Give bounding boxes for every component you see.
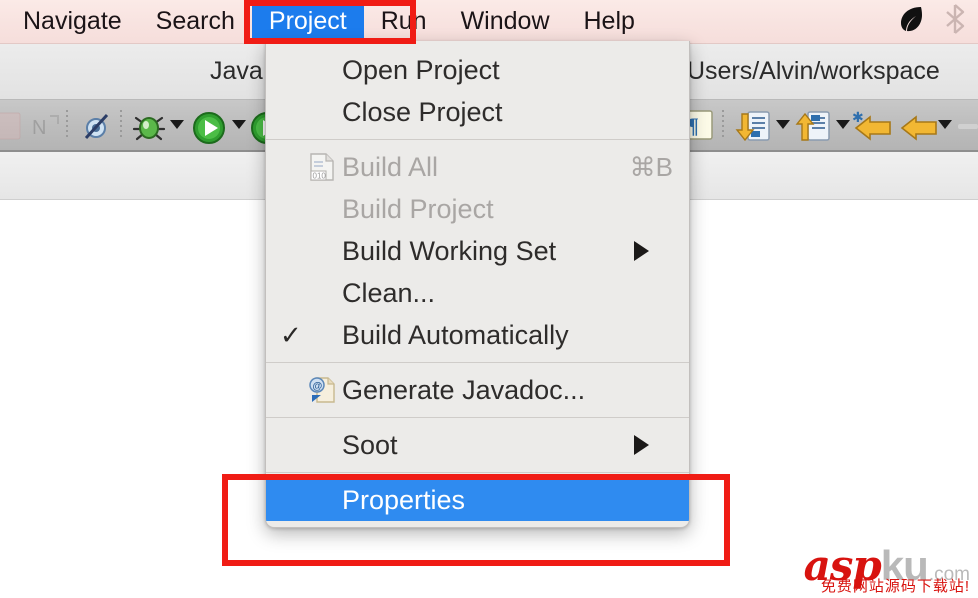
last-edit-location-button[interactable]: ✱ — [852, 108, 894, 151]
menu-item-build-all: 010 Build All⌘B — [266, 146, 689, 188]
menu-item-properties[interactable]: Properties — [266, 479, 689, 521]
site-watermark: asp ku .com 免费网站源码下载站! — [804, 545, 970, 594]
screenshot-root: User implemerstatic final lString name =… — [0, 0, 978, 598]
watermark-subtitle: 免费网站源码下载站! — [804, 579, 970, 594]
run-button[interactable] — [190, 108, 228, 151]
javadoc-icon: @ — [308, 375, 342, 405]
evernote-leaf-icon[interactable] — [894, 2, 928, 41]
svg-text:@: @ — [313, 381, 323, 392]
menu-item-build-automatically[interactable]: ✓ Build Automatically — [266, 314, 689, 356]
new-java-class-button[interactable]: N — [28, 108, 64, 149]
next-annotation-caret[interactable] — [776, 120, 790, 129]
menu-item-label: Close Project — [342, 97, 673, 128]
perspective-label: Java — [210, 57, 263, 86]
menu-bar-status-icons[interactable] — [894, 2, 978, 41]
menu-item-open-project[interactable]: Open Project — [266, 49, 689, 91]
build-all-icon: 010 — [308, 152, 342, 182]
menu-item-build-working-set[interactable]: Build Working Set — [266, 230, 689, 272]
menu-item-label: Build All — [342, 152, 600, 183]
previous-annotation-button[interactable] — [794, 108, 832, 151]
back-dropdown-caret[interactable] — [938, 120, 952, 129]
menu-item-build-project: Build Project — [266, 188, 689, 230]
next-annotation-button[interactable] — [734, 108, 772, 151]
toolbar-separator — [120, 110, 122, 140]
menu-item-label: Build Project — [342, 194, 673, 225]
menu-item-label: Open Project — [342, 55, 673, 86]
menu-bar-item-navigate[interactable]: Navigate — [6, 4, 139, 40]
menu-item-label: Build Automatically — [342, 320, 673, 351]
submenu-arrow-icon — [634, 241, 673, 261]
menu-item-label: Generate Javadoc... — [342, 375, 673, 406]
new-wizard-button[interactable] — [0, 108, 28, 149]
checkmark-icon: ✓ — [280, 320, 308, 351]
menu-item-label: Build Working Set — [342, 236, 634, 267]
menu-separator — [266, 417, 689, 418]
back-button[interactable] — [898, 108, 940, 151]
menu-item-shortcut: ⌘B — [600, 152, 673, 183]
workspace-path-label: /Users/Alvin/workspace — [680, 57, 940, 86]
project-menu-dropdown[interactable]: Open Project Close Project 010 Build All⌘B B… — [265, 41, 690, 528]
menu-item-close-project[interactable]: Close Project — [266, 91, 689, 133]
macos-menu-bar[interactable]: NavigateSearchProjectRunWindowHelp — [0, 0, 978, 44]
menu-item-label: Clean... — [342, 278, 673, 309]
bluetooth-icon[interactable] — [942, 2, 968, 41]
menu-bar-item-window[interactable]: Window — [444, 4, 567, 40]
skip-breakpoints-button[interactable] — [78, 108, 114, 149]
toolbar-separator — [66, 110, 68, 140]
svg-text:N: N — [32, 117, 46, 139]
run-dropdown-caret[interactable] — [232, 120, 246, 129]
menu-item-clean[interactable]: Clean... — [266, 272, 689, 314]
menu-separator — [266, 139, 689, 140]
svg-text:010: 010 — [313, 172, 327, 181]
toolbar-overflow-chevron[interactable] — [958, 108, 978, 149]
debug-button[interactable] — [130, 108, 168, 151]
submenu-arrow-icon — [634, 435, 673, 455]
menu-item-soot[interactable]: Soot — [266, 424, 689, 466]
menu-bar-item-search[interactable]: Search — [139, 4, 252, 40]
toolbar-separator — [722, 110, 724, 140]
svg-text:✱: ✱ — [852, 109, 864, 125]
menu-item-generate-javadoc[interactable]: @ Generate Javadoc... — [266, 369, 689, 411]
menu-bar-item-help[interactable]: Help — [567, 4, 652, 40]
menu-separator — [266, 362, 689, 363]
debug-dropdown-caret[interactable] — [170, 120, 184, 129]
menu-bar-item-project[interactable]: Project — [252, 4, 364, 40]
menu-bar-item-run[interactable]: Run — [364, 4, 444, 40]
previous-annotation-caret[interactable] — [836, 120, 850, 129]
menu-item-label: Properties — [342, 485, 673, 516]
menu-separator — [266, 472, 689, 473]
menu-item-label: Soot — [342, 430, 634, 461]
menu-bar-items[interactable]: NavigateSearchProjectRunWindowHelp — [0, 4, 652, 40]
